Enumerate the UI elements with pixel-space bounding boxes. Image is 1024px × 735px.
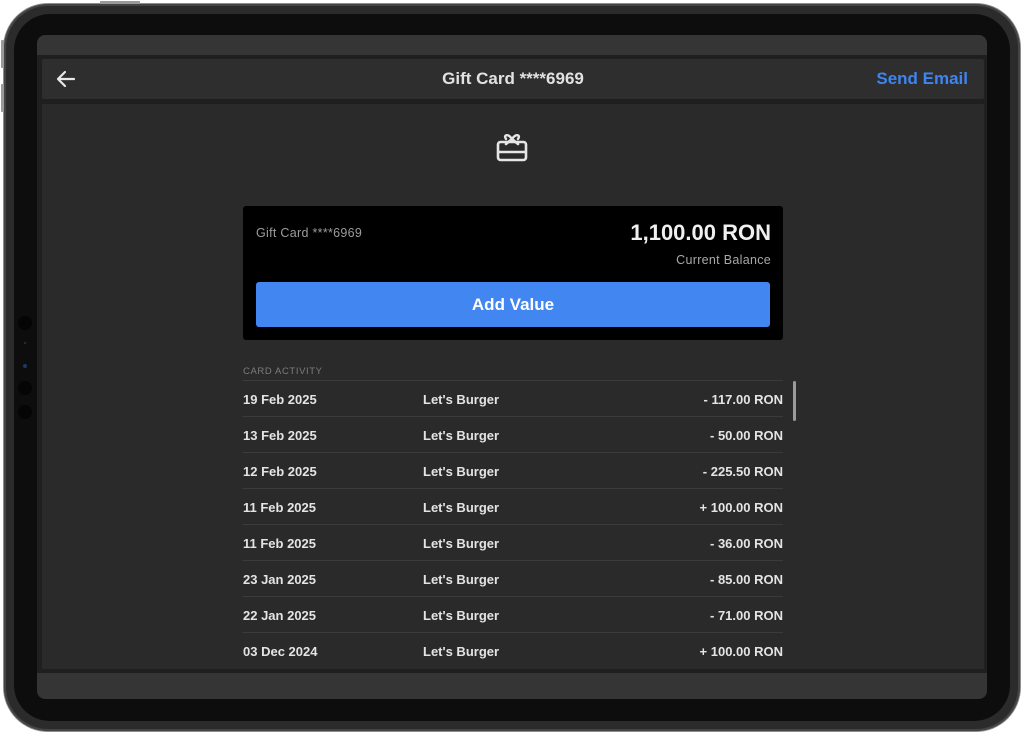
card-activity-list: 19 Feb 2025 Let's Burger - 117.00 RON 13… <box>243 380 783 668</box>
card-name: Gift Card ****6969 <box>256 226 363 240</box>
activity-date: 13 Feb 2025 <box>243 428 317 443</box>
activity-row[interactable]: 23 Jan 2025 Let's Burger - 85.00 RON <box>243 560 783 596</box>
camera-dot <box>18 316 32 330</box>
activity-merchant: Let's Burger <box>423 536 500 551</box>
app-screen: Gift Card ****6969 Send Email Gift Card … <box>37 35 987 699</box>
activity-amount: - 36.00 RON <box>710 536 783 551</box>
activity-date: 11 Feb 2025 <box>243 500 316 515</box>
page-title: Gift Card ****6969 <box>442 69 584 88</box>
activity-date: 03 Dec 2024 <box>243 644 318 659</box>
activity-row[interactable]: 12 Feb 2025 Let's Burger - 225.50 RON <box>243 452 783 488</box>
activity-row[interactable]: 11 Feb 2025 Let's Burger + 100.00 RON <box>243 488 783 524</box>
gift-card-detail: Gift Card ****6969 1,100.00 RON Current … <box>42 104 984 669</box>
activity-date: 23 Jan 2025 <box>243 572 317 587</box>
camera-dot <box>18 381 32 395</box>
activity-merchant: Let's Burger <box>423 428 500 443</box>
current-balance-value: 1,100.00 RON <box>630 220 771 245</box>
activity-merchant: Let's Burger <box>423 572 500 587</box>
activity-merchant: Let's Burger <box>423 608 500 623</box>
activity-row[interactable]: 13 Feb 2025 Let's Burger - 50.00 RON <box>243 416 783 452</box>
activity-amount: - 85.00 RON <box>710 572 783 587</box>
activity-date: 11 Feb 2025 <box>243 536 316 551</box>
activity-amount: + 100.00 RON <box>699 644 783 659</box>
sensor-dot <box>24 342 26 344</box>
activity-amount: - 50.00 RON <box>710 428 783 443</box>
activity-date: 19 Feb 2025 <box>243 392 317 407</box>
add-value-button[interactable]: Add Value <box>256 282 770 327</box>
activity-date: 22 Jan 2025 <box>243 608 317 623</box>
camera-dot <box>18 405 32 419</box>
sensor-dot <box>23 364 27 368</box>
tablet-top-button <box>100 1 140 4</box>
activity-row[interactable]: 22 Jan 2025 Let's Burger - 71.00 RON <box>243 596 783 632</box>
activity-amount: - 225.50 RON <box>702 464 783 479</box>
activity-amount: - 117.00 RON <box>703 392 784 407</box>
navigation-bar: Gift Card ****6969 Send Email <box>42 59 984 99</box>
activity-date: 12 Feb 2025 <box>243 464 317 479</box>
tablet-side-button <box>1 84 4 112</box>
gift-card-icon <box>496 134 528 162</box>
activity-amount: - 71.00 RON <box>710 608 783 623</box>
activity-scrollbar[interactable] <box>793 381 796 421</box>
tablet-side-button <box>1 40 4 68</box>
activity-row[interactable]: 03 Dec 2024 Let's Burger + 100.00 RON <box>243 632 783 668</box>
activity-amount: + 100.00 RON <box>699 500 783 515</box>
activity-row[interactable]: 19 Feb 2025 Let's Burger - 117.00 RON <box>243 380 783 416</box>
status-bar <box>37 35 987 55</box>
send-email-button[interactable]: Send Email <box>876 69 968 89</box>
current-balance-label: Current Balance <box>676 253 771 267</box>
activity-merchant: Let's Burger <box>423 464 500 479</box>
activity-merchant: Let's Burger <box>423 644 500 659</box>
card-activity-heading: CARD ACTIVITY <box>243 366 323 377</box>
activity-row[interactable]: 11 Feb 2025 Let's Burger - 36.00 RON <box>243 524 783 560</box>
activity-merchant: Let's Burger <box>423 392 500 407</box>
home-indicator-bar <box>37 673 987 699</box>
gift-card-summary: Gift Card ****6969 1,100.00 RON Current … <box>243 206 783 340</box>
activity-merchant: Let's Burger <box>423 500 500 515</box>
